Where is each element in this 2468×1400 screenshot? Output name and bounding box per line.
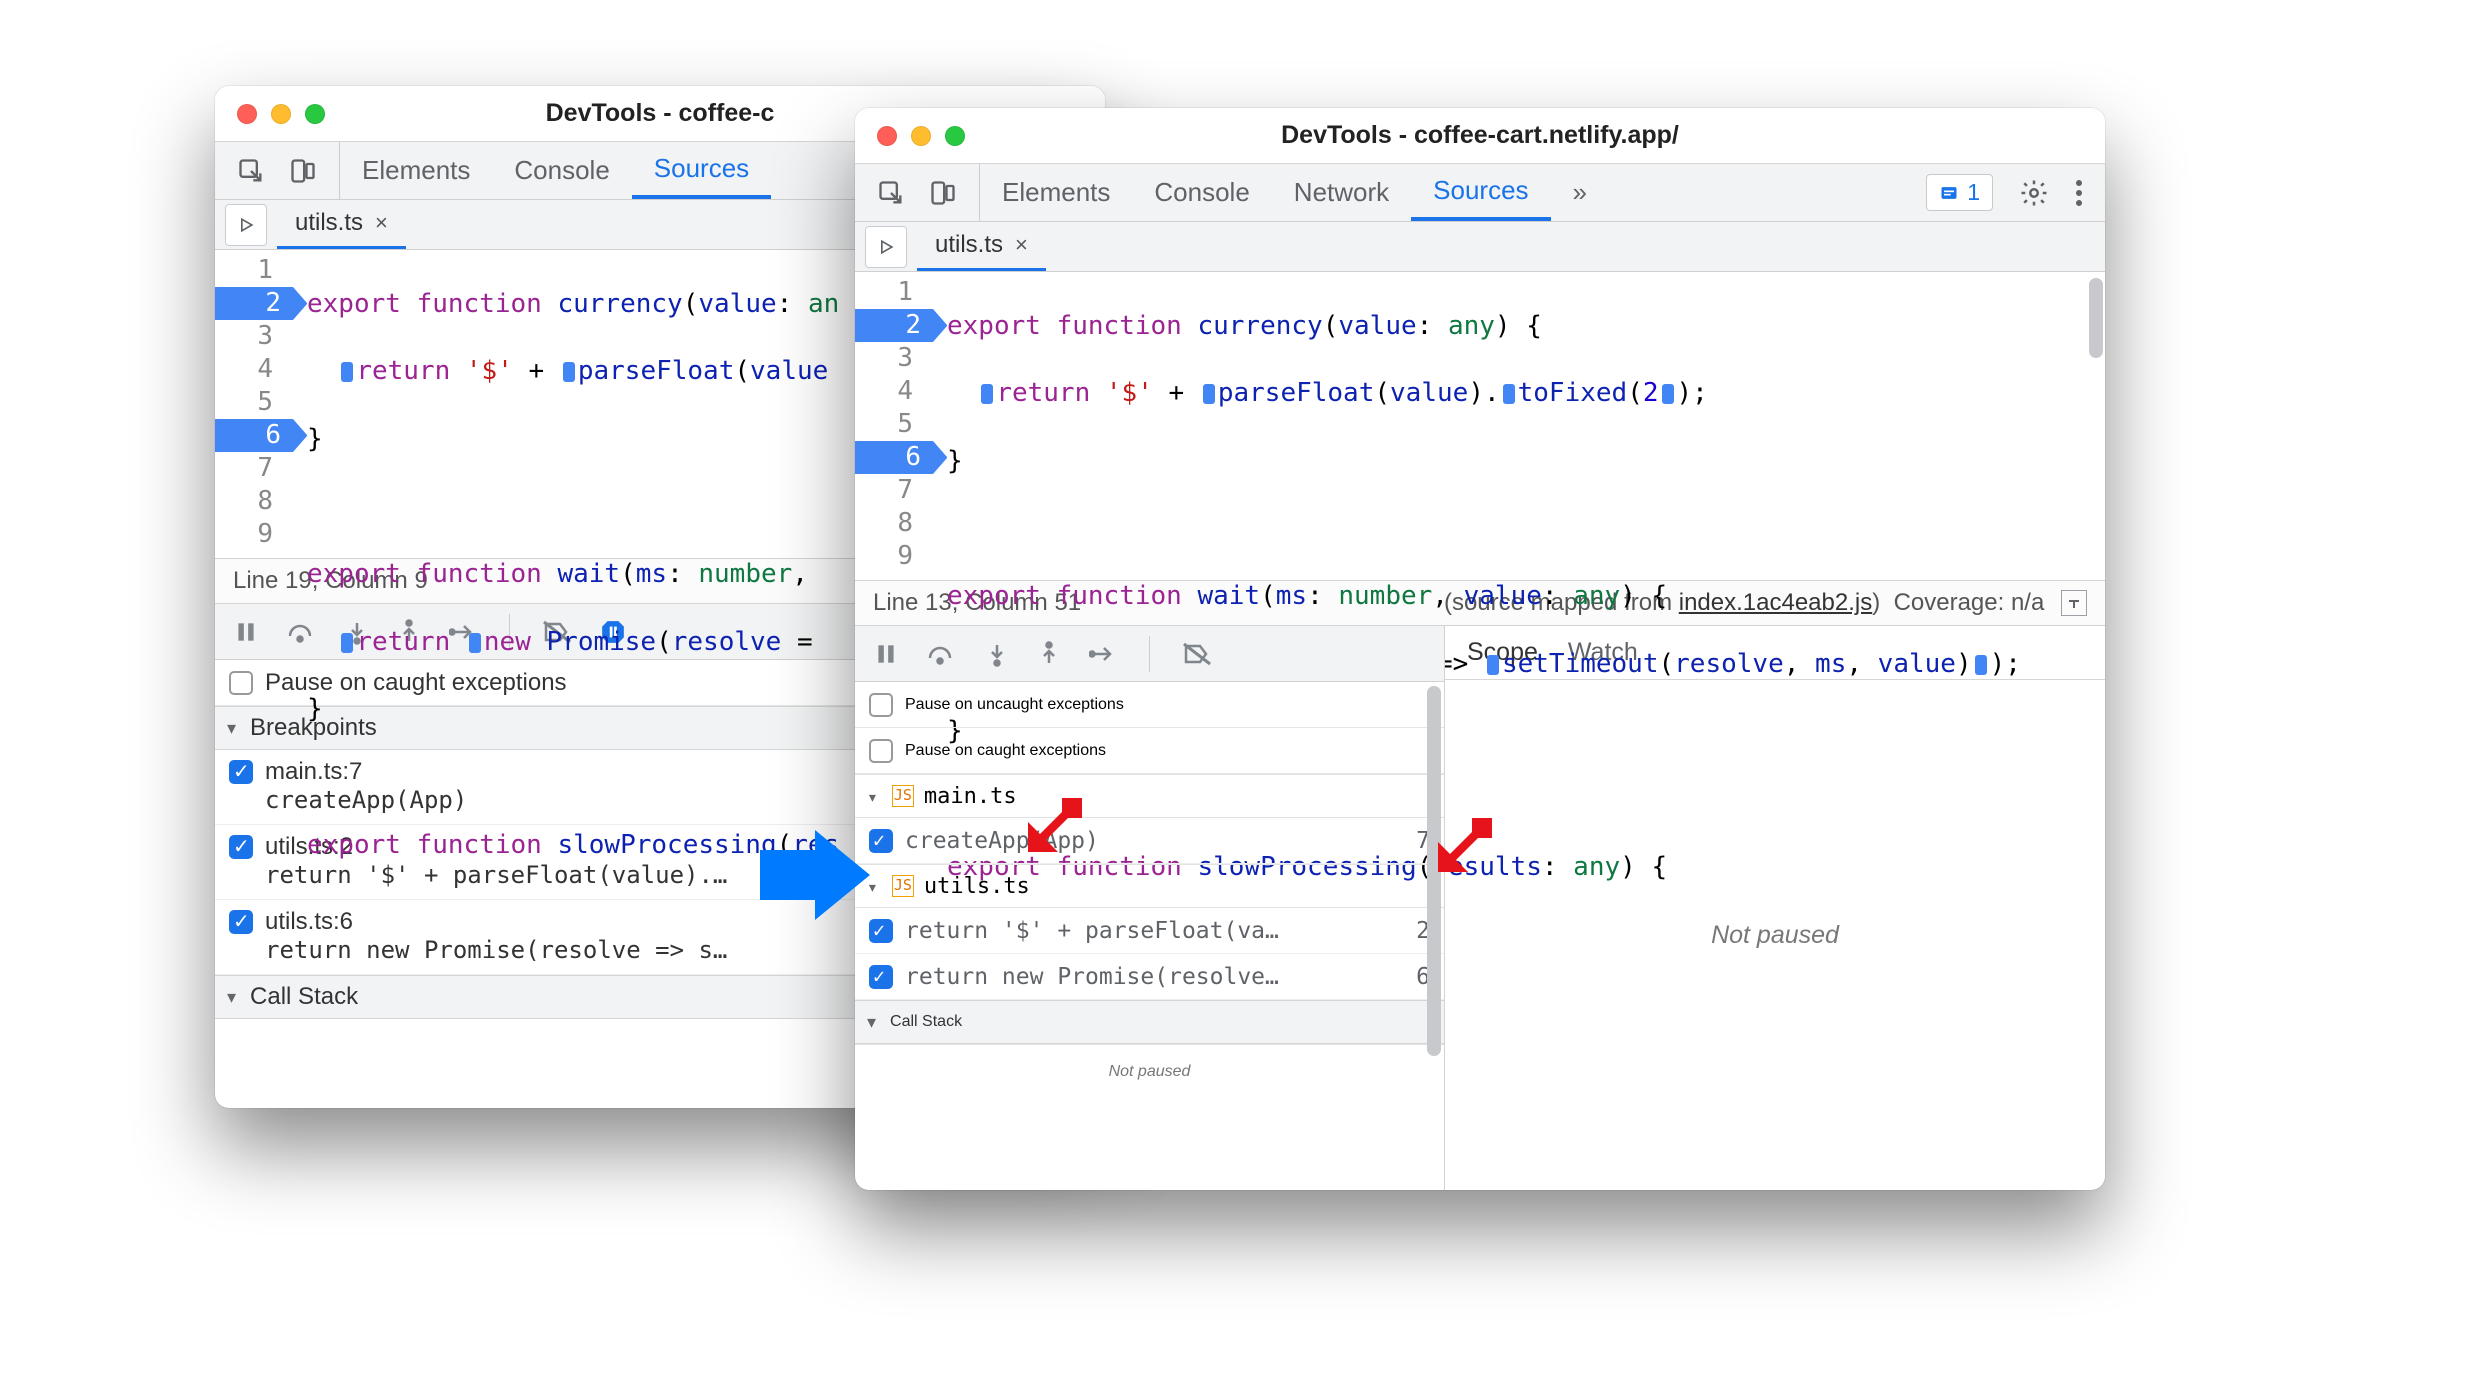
kebab-menu-icon[interactable] [2075, 178, 2083, 208]
checkbox-icon[interactable] [869, 965, 893, 989]
close-icon[interactable] [237, 104, 257, 124]
file-tab-label: utils.ts [295, 209, 363, 237]
checkbox-icon[interactable] [869, 919, 893, 943]
pause-uncaught-label: Pause on uncaught exceptions [905, 696, 1124, 714]
file-tabs-bar: utils.ts × [855, 222, 2105, 272]
titlebar: DevTools - coffee-cart.netlify.app/ [855, 108, 2105, 164]
tab-network[interactable]: Network [1272, 164, 1411, 221]
file-tab-utils[interactable]: utils.ts × [277, 200, 406, 249]
scrollbar-thumb[interactable] [1427, 686, 1441, 1056]
breakpoint-line[interactable]: createApp(App) 7 [855, 818, 1444, 864]
debugger-toolbar [855, 626, 1444, 682]
close-icon[interactable]: × [1015, 232, 1028, 258]
breakpoint-file-header[interactable]: JS utils.ts [855, 864, 1444, 908]
js-file-icon: JS [892, 875, 914, 897]
code-editor[interactable]: 1 2 3 4 5 6 7 8 9 export function curren… [855, 272, 2105, 580]
tab-elements[interactable]: Elements [340, 142, 492, 199]
close-icon[interactable]: × [375, 210, 388, 236]
pause-uncaught-checkbox-row[interactable]: Pause on uncaught exceptions [855, 682, 1444, 728]
step-out-icon[interactable] [1037, 641, 1061, 667]
close-icon[interactable] [877, 126, 897, 146]
not-paused-label: Not paused [855, 1044, 1444, 1098]
step-over-icon[interactable] [927, 641, 957, 667]
tab-more[interactable]: » [1551, 164, 1609, 221]
breakpoint-code: return '$' + parseFloat(va… [905, 918, 1388, 944]
tab-sources[interactable]: Sources [632, 142, 771, 199]
pause-icon[interactable] [233, 619, 259, 645]
breakpoint-line-number: 7 [1400, 828, 1430, 854]
checkbox-icon[interactable] [229, 671, 253, 695]
tab-console[interactable]: Console [1132, 164, 1271, 221]
pause-icon[interactable] [873, 641, 899, 667]
breakpoint-file-name: utils.ts [924, 874, 1030, 899]
checkbox-icon[interactable] [869, 829, 893, 853]
device-icon[interactable] [929, 179, 957, 207]
checkbox-icon[interactable] [229, 910, 253, 934]
scrollbar-thumb[interactable] [2089, 278, 2103, 358]
callstack-header[interactable]: Call Stack [855, 1000, 1444, 1044]
inspect-icon[interactable] [237, 157, 265, 185]
tab-sources[interactable]: Sources [1411, 164, 1550, 221]
tab-console[interactable]: Console [492, 142, 631, 199]
panel-tabs-bar: Elements Console Network Sources » 1 [855, 164, 2105, 222]
issues-icon [1939, 183, 1959, 203]
tab-elements[interactable]: Elements [980, 164, 1132, 221]
breakpoint-line-number: 2 [1400, 918, 1430, 944]
file-tab-label: utils.ts [935, 231, 1003, 259]
run-snippet-icon[interactable] [865, 226, 907, 268]
js-file-icon: JS [892, 785, 914, 807]
breakpoint-code: createApp(App) [905, 828, 1388, 854]
step-into-icon[interactable] [985, 641, 1009, 667]
pause-caught-checkbox-row[interactable]: Pause on caught exceptions [855, 728, 1444, 774]
gear-icon[interactable] [2019, 178, 2049, 208]
inspect-icon[interactable] [877, 179, 905, 207]
breakpoint-line[interactable]: return new Promise(resolve… 6 [855, 954, 1444, 1000]
devtools-window-right: DevTools - coffee-cart.netlify.app/ Elem… [855, 108, 2105, 1190]
file-tab-utils[interactable]: utils.ts × [917, 222, 1046, 271]
checkbox-icon[interactable] [869, 693, 893, 717]
breakpoint-file-header[interactable]: JS main.ts [855, 774, 1444, 818]
breakpoint-line-number: 6 [1400, 964, 1430, 990]
zoom-icon[interactable] [945, 126, 965, 146]
device-icon[interactable] [289, 157, 317, 185]
minimize-icon[interactable] [271, 104, 291, 124]
breakpoint-code: return new Promise(resolve… [905, 964, 1388, 990]
breakpoint-line[interactable]: return '$' + parseFloat(va… 2 [855, 908, 1444, 954]
checkbox-icon[interactable] [229, 760, 253, 784]
step-icon[interactable] [1089, 641, 1117, 667]
coverage-toggle-icon[interactable] [2061, 590, 2087, 616]
pause-caught-label: Pause on caught exceptions [905, 742, 1106, 760]
deactivate-breakpoints-icon[interactable] [1182, 641, 1212, 667]
window-title: DevTools - coffee-c [546, 99, 775, 128]
window-title: DevTools - coffee-cart.netlify.app/ [1281, 121, 1679, 150]
checkbox-icon[interactable] [869, 739, 893, 763]
issues-badge[interactable]: 1 [1926, 174, 1993, 211]
zoom-icon[interactable] [305, 104, 325, 124]
debugger-sidebar: Pause on uncaught exceptions Pause on ca… [855, 626, 1445, 1190]
minimize-icon[interactable] [911, 126, 931, 146]
run-snippet-icon[interactable] [225, 204, 267, 246]
checkbox-icon[interactable] [229, 835, 253, 859]
breakpoint-file-name: main.ts [924, 784, 1017, 809]
